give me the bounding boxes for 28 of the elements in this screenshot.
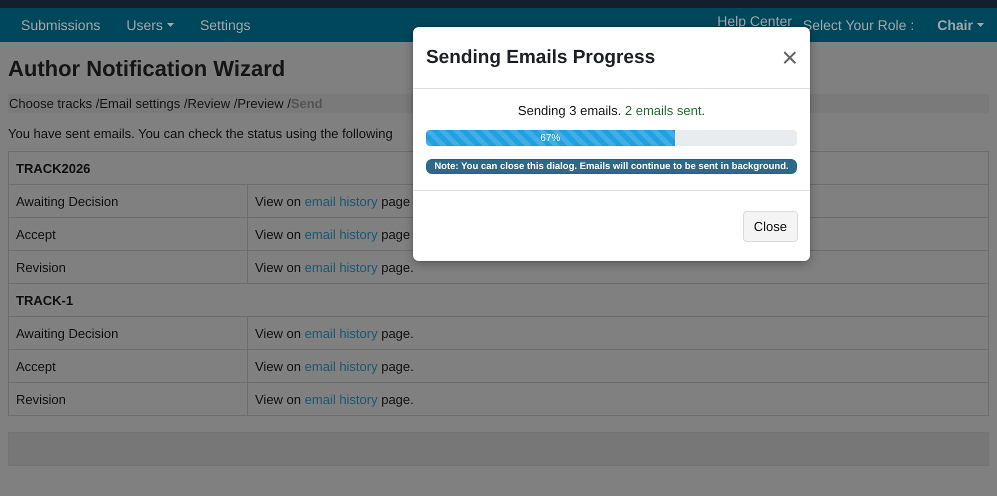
- track-heading: TRACK-1: [8, 284, 988, 316]
- wizard-step[interactable]: Email settings /: [99, 96, 188, 111]
- decision-cell: Revision: [8, 382, 248, 416]
- help-link[interactable]: Help Center: [704, 14, 805, 28]
- wizard-step[interactable]: Choose tracks /: [9, 96, 100, 111]
- decision-cell: Awaiting Decision: [8, 184, 248, 218]
- note-badge: Note: You can close this dialog. Emails will continue to be sent in background.: [426, 159, 797, 174]
- close-button[interactable]: Close: [742, 210, 798, 242]
- decision-cell: Awaiting Decision: [8, 316, 248, 350]
- decision-cell: Accept: [8, 350, 248, 382]
- close-button[interactable]: ×: [782, 44, 798, 72]
- nav-link[interactable]: Submissions: [8, 17, 114, 33]
- history-cell: View on email history page.: [248, 382, 988, 416]
- history-cell: View on email history page.: [248, 316, 988, 350]
- intro-text: You have sent emails. You can check the status using the following: [8, 126, 393, 141]
- page-title: Author Notification Wizard: [8, 56, 286, 82]
- history-cell: View on email history page.: [248, 350, 988, 382]
- decision-cell: Revision: [8, 250, 248, 284]
- wizard-step[interactable]: Review /: [187, 96, 238, 111]
- decision-cell: Accept: [8, 218, 248, 250]
- dialog-title: Sending Emails Progress: [426, 46, 656, 68]
- wizard-step[interactable]: Preview /: [237, 96, 291, 111]
- progress-label: 67%: [540, 132, 560, 144]
- caret-icon: [977, 23, 984, 27]
- nav-link[interactable]: Settings: [186, 17, 264, 33]
- status-text: Sending 3 emails. 2 emails sent.: [516, 103, 706, 118]
- nav-link[interactable]: Users: [113, 17, 187, 33]
- role-dropdown[interactable]: Chair: [924, 17, 997, 33]
